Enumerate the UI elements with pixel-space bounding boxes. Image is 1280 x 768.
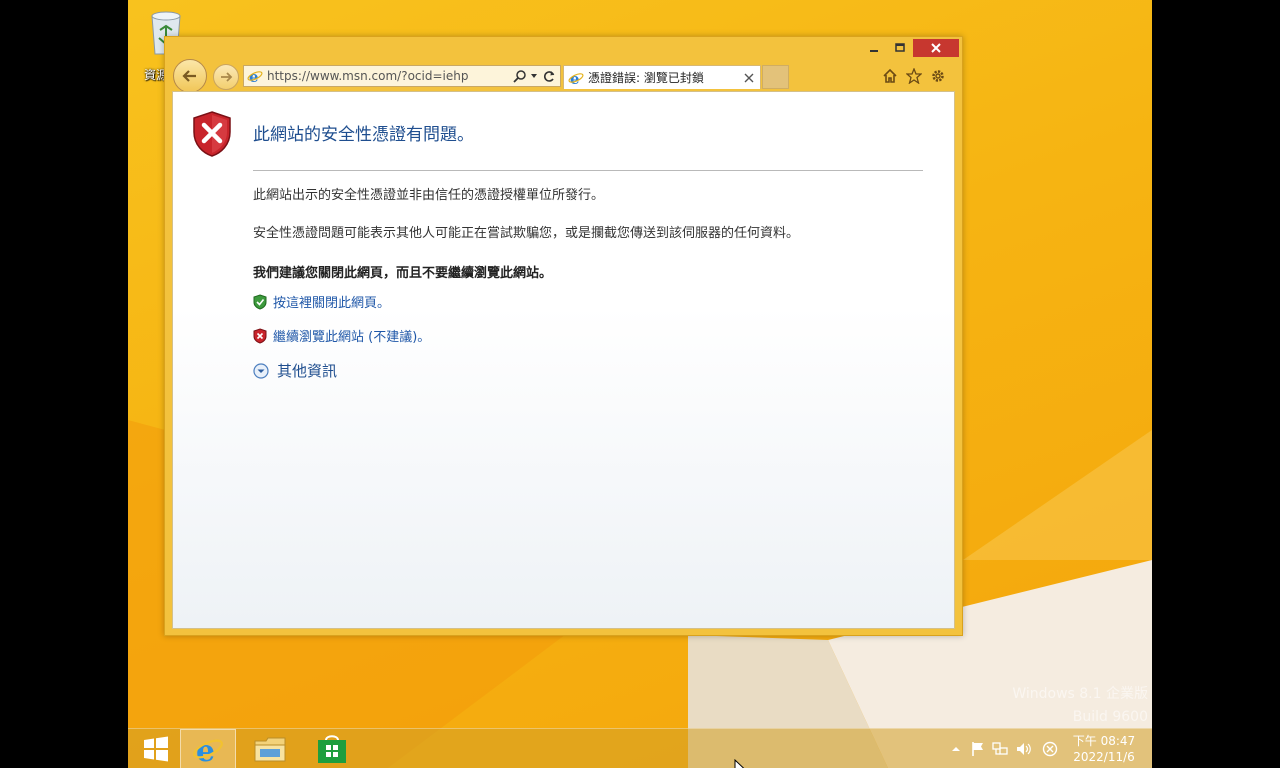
clock-date: 2022/11/6: [1073, 750, 1135, 764]
continue-link-text[interactable]: 繼續瀏覽此網站 (不建議)。: [273, 326, 430, 345]
favorites-button[interactable]: [904, 66, 924, 86]
close-icon: [931, 43, 941, 53]
chevron-up-icon: [952, 747, 960, 751]
recommendation-text: 我們建議您關閉此網頁，而且不要繼續瀏覽此網站。: [253, 266, 553, 281]
home-icon: [883, 68, 897, 83]
taskbar-ie[interactable]: e: [180, 729, 236, 768]
shield-check-icon: [253, 293, 267, 310]
ie-tab-icon: e: [568, 70, 584, 86]
shield-x-icon: [253, 327, 267, 344]
star-icon: [906, 68, 922, 84]
tab-close-icon[interactable]: [744, 73, 754, 83]
speaker-icon: [1017, 743, 1031, 755]
tab-title: 憑證錯誤: 瀏覽已封鎖: [588, 71, 704, 85]
network-tray[interactable]: [990, 739, 1010, 759]
address-input[interactable]: https://www.msn.com/?ocid=iehp: [267, 69, 513, 83]
volume-tray[interactable]: [1014, 739, 1034, 759]
taskbar-store[interactable]: [304, 729, 360, 768]
mouse-cursor-icon: [734, 759, 745, 768]
flag-icon: [972, 742, 983, 756]
store-icon: [318, 735, 346, 763]
close-page-link-text[interactable]: 按這裡關閉此網頁。: [273, 292, 390, 311]
back-button[interactable]: [173, 59, 207, 93]
divider: [253, 170, 923, 171]
folder-icon: [254, 737, 286, 762]
windows-watermark: Windows 8.1 企業版 Build 9600: [1012, 683, 1148, 729]
more-info-label: 其他資訊: [277, 362, 338, 380]
arrow-right-icon: [221, 72, 233, 82]
new-tab-button[interactable]: [762, 65, 789, 89]
network-icon: [992, 742, 1008, 755]
cert-risk-text: 安全性憑證問題可能表示其他人可能正在嘗試欺騙您，或是攔截您傳送到該伺服器的任何資…: [253, 226, 800, 241]
action-center[interactable]: [968, 739, 988, 759]
ie-page-icon: e: [247, 68, 263, 84]
maximize-button[interactable]: [887, 39, 913, 57]
desktop: 資源回收筒 e https://www.msn.com/?ocid=iehp: [128, 0, 1152, 768]
minimize-button[interactable]: [861, 39, 887, 57]
continue-link[interactable]: 繼續瀏覽此網站 (不建議)。: [253, 326, 430, 345]
refresh-icon[interactable]: [543, 70, 556, 83]
page-title: 此網站的安全性憑證有問題。: [253, 125, 474, 145]
close-page-link[interactable]: 按這裡關閉此網頁。: [253, 292, 390, 311]
maximize-icon: [895, 43, 905, 52]
ie-window: e https://www.msn.com/?ocid=iehp e 憑證錯誤:…: [164, 36, 963, 636]
watermark-edition: Windows 8.1 企業版: [1012, 686, 1148, 702]
show-hidden-icons[interactable]: [946, 739, 966, 759]
gear-icon: [932, 70, 944, 82]
address-bar[interactable]: e https://www.msn.com/?ocid=iehp: [243, 65, 561, 87]
taskbar-file-explorer[interactable]: [242, 729, 298, 768]
taskbar: e 下午 08:47 2022/11/6: [128, 728, 1152, 768]
shield-error-icon: [193, 111, 231, 157]
internet-explorer-icon: e: [193, 734, 223, 765]
windows-logo-icon: [144, 736, 168, 762]
clock-time: 下午 08:47: [1072, 734, 1136, 748]
chevron-down-icon[interactable]: [529, 71, 539, 81]
clock[interactable]: 下午 08:47 2022/11/6: [1068, 733, 1140, 765]
home-button[interactable]: [880, 66, 900, 86]
svg-text:e: e: [196, 734, 215, 765]
start-button[interactable]: [128, 729, 184, 768]
circle-x-icon: [1042, 741, 1058, 757]
more-info-toggle[interactable]: 其他資訊: [253, 360, 337, 381]
cert-issuer-text: 此網站出示的安全性憑證並非由信任的憑證授權單位所發行。: [253, 188, 605, 203]
page-content: 此網站的安全性憑證有問題。 此網站出示的安全性憑證並非由信任的憑證授權單位所發行…: [172, 91, 955, 629]
tab-certificate-error[interactable]: e 憑證錯誤: 瀏覽已封鎖: [563, 65, 761, 89]
expand-chevron-icon: [253, 362, 269, 379]
close-button[interactable]: [913, 39, 959, 57]
forward-button[interactable]: [213, 64, 239, 90]
search-icon[interactable]: [513, 69, 527, 83]
minimize-icon: [870, 50, 878, 52]
status-tray[interactable]: [1040, 739, 1060, 759]
tools-button[interactable]: [928, 66, 948, 86]
watermark-build: Build 9600: [1072, 709, 1148, 725]
arrow-left-icon: [182, 70, 196, 82]
